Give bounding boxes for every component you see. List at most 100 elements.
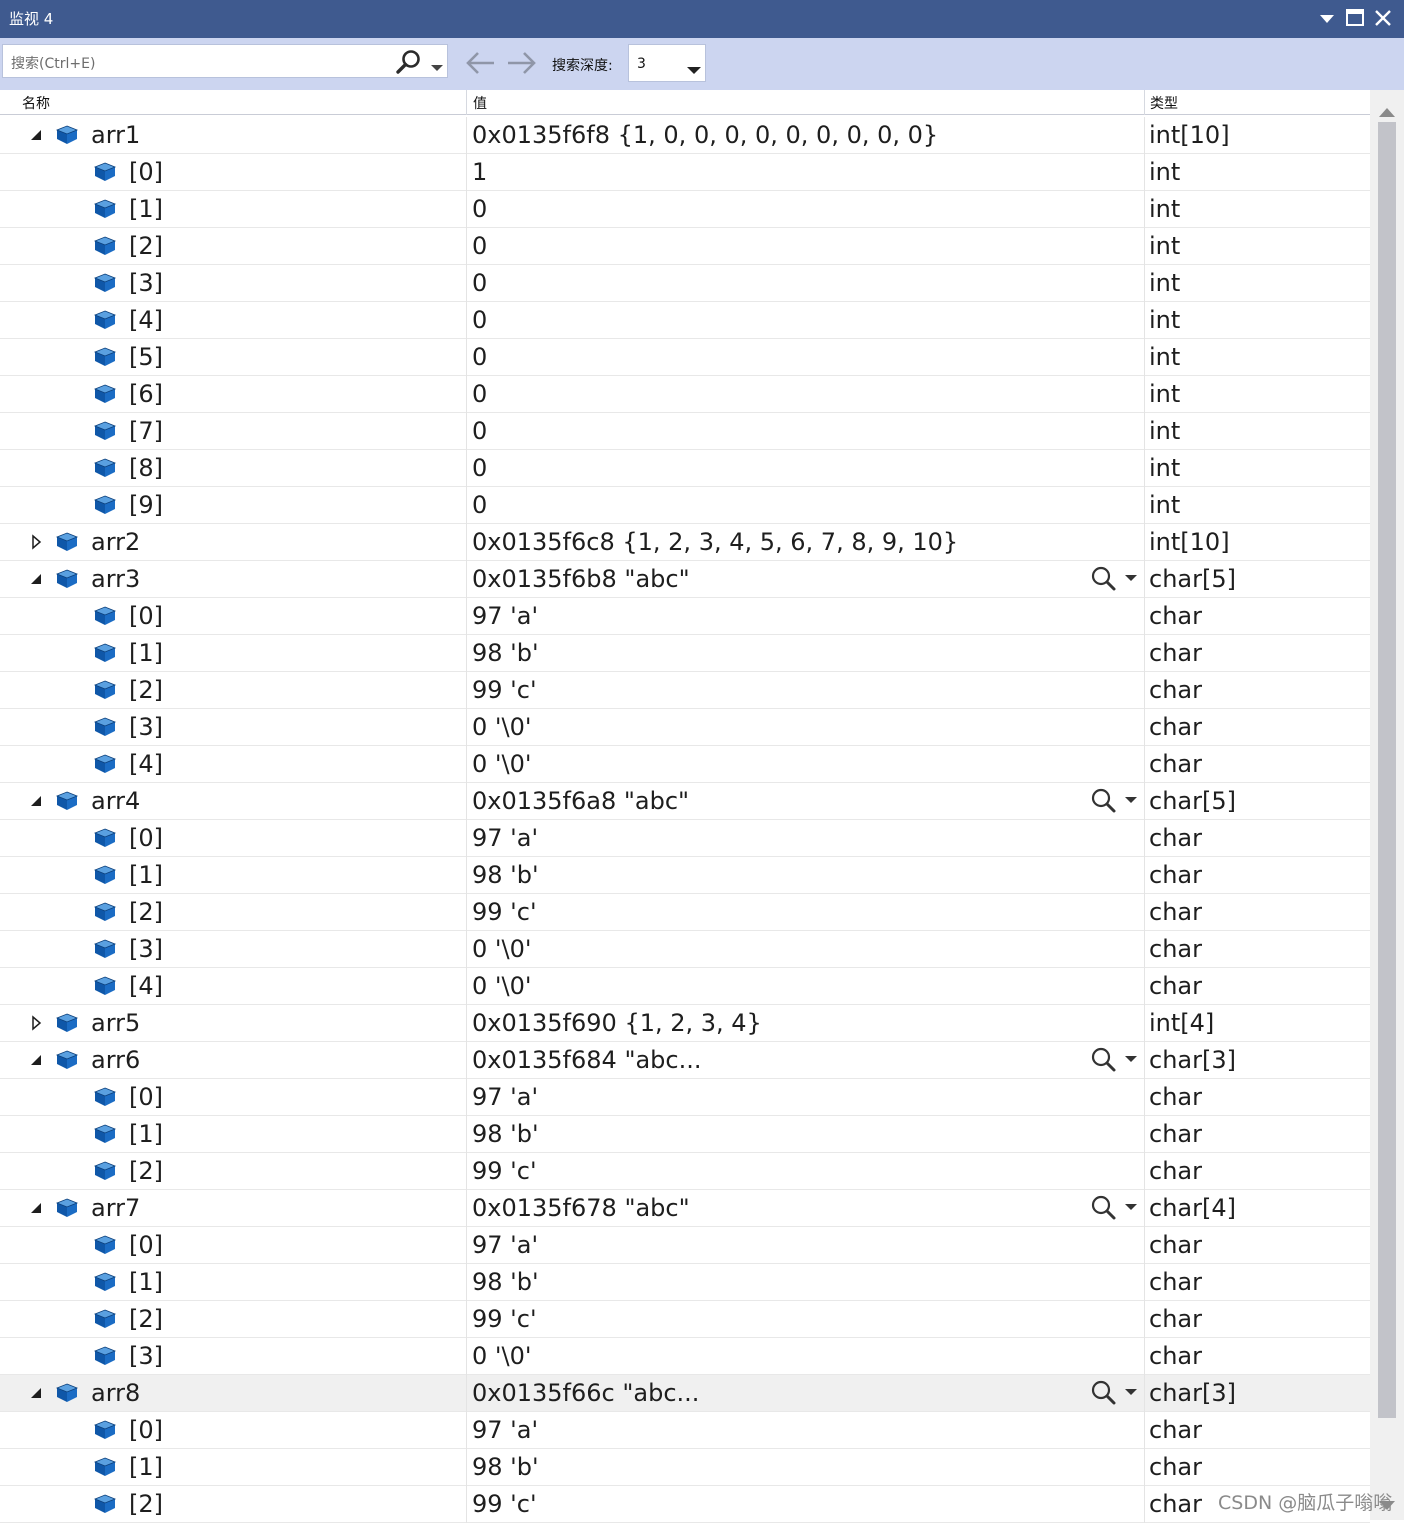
variable-value[interactable]: 0 [472,413,1082,449]
variable-value[interactable]: 0 '\0' [472,746,1082,782]
column-header-value[interactable]: 值 [473,93,487,113]
watch-row[interactable]: [2] 99 'c' char [0,1486,1370,1523]
variable-name[interactable]: [0] [129,820,461,856]
variable-value[interactable]: 0 [472,191,1082,227]
watch-row[interactable]: [2] 0 int [0,228,1370,265]
expand-triangle-icon[interactable] [28,534,44,550]
variable-value[interactable]: 97 'a' [472,820,1082,856]
variable-value[interactable]: 0x0135f6a8 "abc" [472,783,1082,819]
column-header-type[interactable]: 类型 [1150,93,1178,113]
variable-value[interactable]: 1 [472,154,1082,190]
variable-name[interactable]: [2] [129,1153,461,1189]
variable-name[interactable]: [5] [129,339,461,375]
scroll-up-icon[interactable] [1379,102,1395,121]
watch-row[interactable]: [0] 97 'a' char [0,820,1370,857]
watch-row[interactable]: [4] 0 int [0,302,1370,339]
watch-row[interactable]: [3] 0 '\0' char [0,709,1370,746]
variable-name[interactable]: [0] [129,1079,461,1115]
watch-row[interactable]: [2] 99 'c' char [0,672,1370,709]
variable-name[interactable]: [1] [129,635,461,671]
collapse-triangle-icon[interactable] [28,1052,44,1068]
watch-row[interactable]: [0] 97 'a' char [0,1079,1370,1116]
variable-value[interactable]: 0 [472,265,1082,301]
variable-name[interactable]: [1] [129,857,461,893]
variable-name[interactable]: [1] [129,1116,461,1152]
variable-value[interactable]: 98 'b' [472,1116,1082,1152]
chevron-down-icon[interactable] [687,60,701,79]
watch-row[interactable]: [8] 0 int [0,450,1370,487]
variable-value[interactable]: 0 [472,228,1082,264]
variable-name[interactable]: [2] [129,672,461,708]
watch-row[interactable]: [1] 98 'b' char [0,1116,1370,1153]
collapse-triangle-icon[interactable] [28,571,44,587]
variable-value[interactable]: 0x0135f690 {1, 2, 3, 4} [472,1005,1082,1041]
watch-row[interactable]: [0] 97 'a' char [0,1412,1370,1449]
variable-name[interactable]: [1] [129,1449,461,1485]
variable-name[interactable]: arr3 [91,561,461,597]
magnifier-icon[interactable] [1089,565,1141,597]
variable-value[interactable]: 99 'c' [472,1301,1082,1337]
variable-name[interactable]: [2] [129,1301,461,1337]
variable-value[interactable]: 98 'b' [472,857,1082,893]
watch-row[interactable]: [1] 0 int [0,191,1370,228]
variable-name[interactable]: [4] [129,302,461,338]
variable-value[interactable]: 97 'a' [472,598,1082,634]
variable-value[interactable]: 0 [472,339,1082,375]
variable-value[interactable]: 0 '\0' [472,709,1082,745]
variable-name[interactable]: arr7 [91,1190,461,1226]
expand-triangle-icon[interactable] [28,1015,44,1031]
variable-value[interactable]: 99 'c' [472,1486,1082,1522]
variable-value[interactable]: 0x0135f6f8 {1, 0, 0, 0, 0, 0, 0, 0, 0, 0… [472,117,1082,153]
watch-row[interactable]: [2] 99 'c' char [0,894,1370,931]
column-header-name[interactable]: 名称 [22,93,50,113]
variable-name[interactable]: [0] [129,154,461,190]
variable-name[interactable]: arr1 [91,117,461,153]
variable-value[interactable]: 99 'c' [472,1153,1082,1189]
variable-value[interactable]: 0 [472,302,1082,338]
search-icon[interactable] [395,49,423,79]
variable-name[interactable]: [0] [129,1227,461,1263]
watch-row[interactable]: [4] 0 '\0' char [0,968,1370,1005]
variable-name[interactable]: arr8 [91,1375,461,1411]
variable-name[interactable]: [2] [129,1486,461,1522]
collapse-triangle-icon[interactable] [28,127,44,143]
watch-row[interactable]: arr1 0x0135f6f8 {1, 0, 0, 0, 0, 0, 0, 0, … [0,117,1370,154]
variable-value[interactable]: 97 'a' [472,1079,1082,1115]
variable-name[interactable]: arr5 [91,1005,461,1041]
variable-name[interactable]: [1] [129,1264,461,1300]
watch-row[interactable]: [2] 99 'c' char [0,1301,1370,1338]
variable-name[interactable]: [9] [129,487,461,523]
watch-row[interactable]: [3] 0 '\0' char [0,931,1370,968]
maximize-icon[interactable] [1342,4,1368,32]
magnifier-icon[interactable] [1089,787,1141,819]
variable-name[interactable]: [3] [129,1338,461,1374]
variable-value[interactable]: 0 [472,376,1082,412]
variable-value[interactable]: 98 'b' [472,1264,1082,1300]
variable-value[interactable]: 98 'b' [472,1449,1082,1485]
watch-row[interactable]: [1] 98 'b' char [0,1449,1370,1486]
variable-name[interactable]: arr4 [91,783,461,819]
watch-row[interactable]: arr4 0x0135f6a8 "abc" char[5] [0,783,1370,820]
variable-name[interactable]: arr2 [91,524,461,560]
magnifier-icon[interactable] [1089,1194,1141,1226]
watch-row[interactable]: [1] 98 'b' char [0,1264,1370,1301]
variable-value[interactable]: 0x0135f66c "abc... [472,1375,1082,1411]
column-divider[interactable] [1144,90,1145,115]
variable-value[interactable]: 0x0135f6c8 {1, 2, 3, 4, 5, 6, 7, 8, 9, 1… [472,524,1082,560]
scrollbar-thumb[interactable] [1378,122,1396,1418]
collapse-triangle-icon[interactable] [28,793,44,809]
back-arrow-icon[interactable] [464,49,496,81]
variable-name[interactable]: [6] [129,376,461,412]
variable-value[interactable]: 0 '\0' [472,931,1082,967]
watch-row[interactable]: [1] 98 'b' char [0,635,1370,672]
watch-row[interactable]: [6] 0 int [0,376,1370,413]
variable-name[interactable]: [2] [129,228,461,264]
watch-row[interactable]: [0] 97 'a' char [0,1227,1370,1264]
variable-value[interactable]: 97 'a' [472,1412,1082,1448]
watch-row[interactable]: arr7 0x0135f678 "abc" char[4] [0,1190,1370,1227]
variable-value[interactable]: 0x0135f678 "abc" [472,1190,1082,1226]
variable-name[interactable]: [2] [129,894,461,930]
search-options-chevron-icon[interactable] [431,58,443,77]
variable-name[interactable]: [3] [129,265,461,301]
variable-name[interactable]: [4] [129,968,461,1004]
